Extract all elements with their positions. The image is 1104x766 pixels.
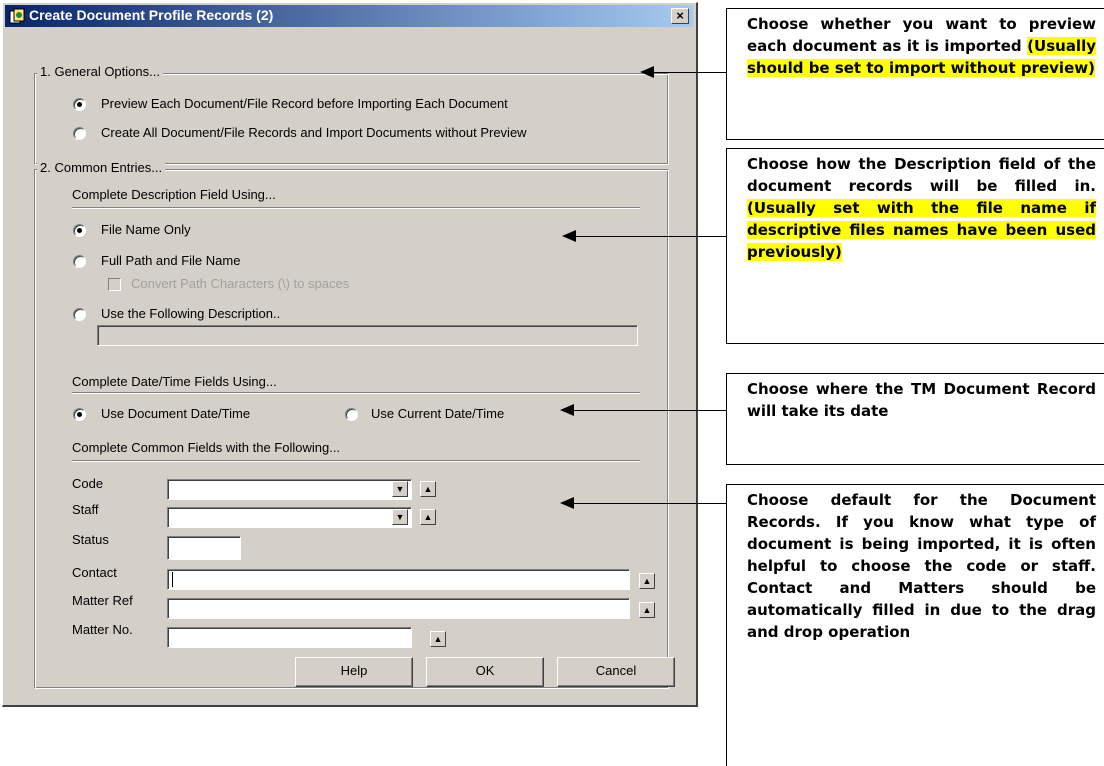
convert-path-checkbox[interactable] [108, 278, 121, 291]
contact-input[interactable] [167, 569, 630, 590]
no-preview-label[interactable]: Create All Document/File Records and Imp… [101, 125, 527, 140]
annotation-description-text: Choose how the Description field of the … [747, 155, 1096, 195]
description-input[interactable] [97, 325, 638, 346]
preview-radio[interactable] [73, 98, 86, 111]
code-lookup-button[interactable]: ▲ [420, 481, 436, 497]
convert-path-label: Convert Path Characters (\) to spaces [131, 276, 350, 291]
matter-no-lookup-button[interactable]: ▲ [430, 631, 446, 647]
contact-label: Contact [72, 565, 117, 580]
annotation-common-fields: Choose default for the Document Records.… [726, 484, 1104, 766]
use-current-date-label[interactable]: Use Current Date/Time [371, 406, 504, 421]
use-document-date-label[interactable]: Use Document Date/Time [101, 406, 250, 421]
staff-label: Staff [72, 502, 99, 517]
full-path-label[interactable]: Full Path and File Name [101, 253, 240, 268]
help-button[interactable]: Help [295, 657, 413, 687]
description-heading: Complete Description Field Using... [72, 187, 276, 202]
common-entries-legend: 2. Common Entries... [37, 160, 166, 175]
general-options-legend: 1. General Options... [37, 64, 163, 79]
file-name-only-radio[interactable] [73, 224, 86, 237]
status-label: Status [72, 532, 109, 547]
status-input[interactable] [167, 536, 241, 560]
cancel-button[interactable]: Cancel [557, 657, 675, 687]
common-fields-heading: Complete Common Fields with the Followin… [72, 440, 341, 455]
annotation-general-options: Choose whether you want to preview each … [726, 8, 1104, 140]
use-document-date-radio[interactable] [73, 408, 86, 421]
arrow-date-line [572, 410, 726, 411]
staff-dropdown-button[interactable]: ▼ [392, 509, 408, 525]
code-dropdown-button[interactable]: ▼ [392, 481, 408, 497]
general-options-group [34, 73, 669, 165]
close-button[interactable]: × [671, 8, 689, 24]
matter-no-input[interactable] [167, 627, 412, 648]
preview-label[interactable]: Preview Each Document/File Record before… [101, 96, 508, 111]
arrow-general-line [652, 72, 726, 73]
code-label: Code [72, 476, 104, 491]
contact-lookup-button[interactable]: ▲ [639, 573, 655, 589]
use-current-date-radio[interactable] [345, 408, 358, 421]
arrow-common-fields-line [572, 503, 726, 504]
annotation-common-fields-text: Choose default for the Document Records.… [747, 491, 1096, 641]
matter-no-label: Matter No. [72, 622, 133, 637]
app-icon [9, 8, 25, 24]
following-description-label[interactable]: Use the Following Description.. [101, 306, 280, 321]
no-preview-radio[interactable] [73, 127, 86, 140]
arrow-description-line [574, 236, 726, 237]
common-fields-divider [72, 460, 640, 462]
code-combobox[interactable] [167, 479, 412, 500]
ok-button[interactable]: OK [426, 657, 544, 687]
matter-ref-input[interactable] [167, 598, 630, 619]
date-divider [72, 392, 640, 394]
staff-lookup-button[interactable]: ▲ [420, 509, 436, 525]
description-divider [72, 207, 640, 209]
annotation-date-text: Choose where the TM Document Record will… [747, 380, 1096, 420]
window-title: Create Document Profile Records (2) [29, 7, 274, 23]
file-name-only-label[interactable]: File Name Only [101, 222, 191, 237]
following-description-radio[interactable] [73, 308, 86, 321]
annotation-description: Choose how the Description field of the … [726, 148, 1104, 344]
staff-combobox[interactable] [167, 507, 412, 528]
annotation-date: Choose where the TM Document Record will… [726, 373, 1104, 465]
annotation-description-highlight: (Usually set with the file name if descr… [747, 199, 1096, 261]
matter-ref-label: Matter Ref [72, 593, 133, 608]
title-bar[interactable]: Create Document Profile Records (2) × [5, 5, 693, 27]
create-document-profile-dialog: Create Document Profile Records (2) × 1.… [2, 2, 698, 707]
full-path-radio[interactable] [73, 255, 86, 268]
matter-ref-lookup-button[interactable]: ▲ [639, 602, 655, 618]
date-heading: Complete Date/Time Fields Using... [72, 374, 277, 389]
